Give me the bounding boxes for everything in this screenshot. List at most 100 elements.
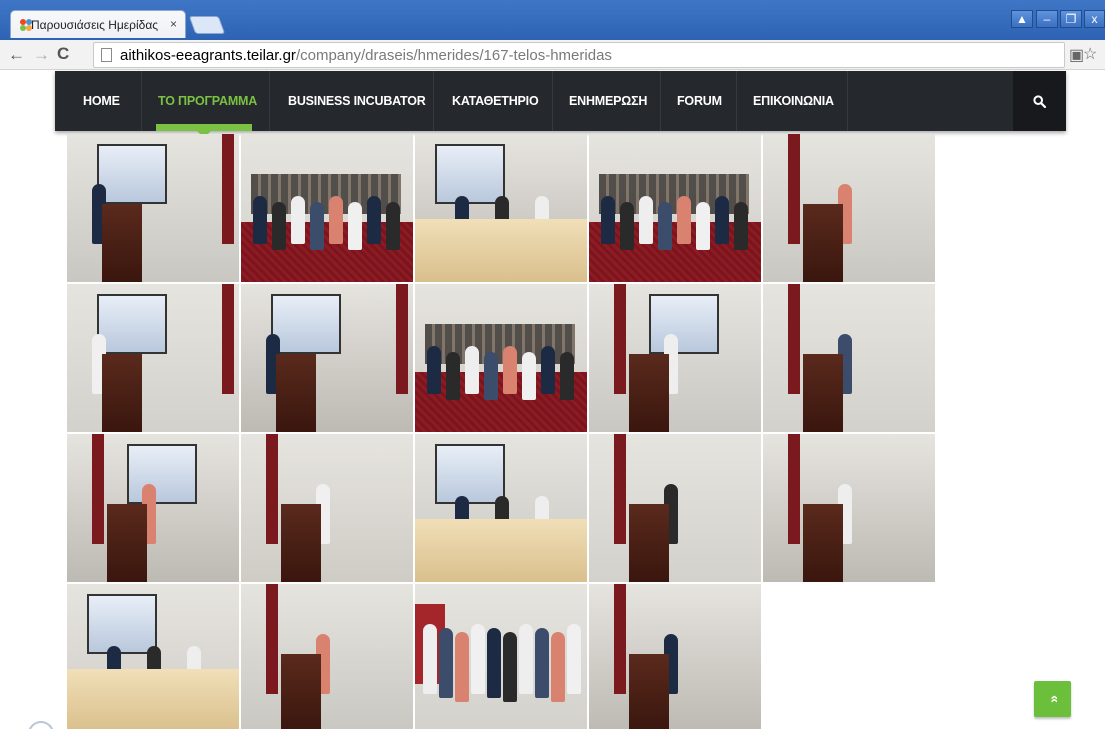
gallery-photo[interactable]	[415, 134, 587, 282]
photo-podium	[803, 354, 843, 432]
gallery-photo[interactable]	[589, 434, 761, 582]
photo-podium	[629, 504, 669, 582]
nav-item-program[interactable]: ΤΟ ΠΡΟΓΡΑΜΜΑ	[158, 71, 257, 131]
nav-item-epikoinonia[interactable]: ΕΠΙΚΟΙΝΩΝΙΑ	[753, 71, 834, 131]
forward-arrow-icon[interactable]: →	[33, 45, 50, 65]
photo-projection-screen	[127, 444, 197, 504]
photo-person	[348, 202, 362, 250]
photo-person	[519, 624, 533, 694]
profile-icon[interactable]: ▲	[1011, 10, 1033, 28]
photo-podium	[276, 354, 316, 432]
gallery-photo[interactable]	[241, 434, 413, 582]
photo-person	[639, 196, 653, 244]
photo-person	[471, 624, 485, 694]
url-host: aithikos-eeagrants.teilar.gr	[120, 46, 296, 64]
gallery-photo[interactable]	[763, 134, 935, 282]
photo-person	[272, 202, 286, 250]
photo-person	[455, 632, 469, 702]
photo-curtain	[222, 134, 234, 244]
gallery-photo[interactable]	[241, 134, 413, 282]
nav-item-forum[interactable]: FORUM	[677, 71, 722, 131]
photo-curtain	[222, 284, 234, 394]
nav-divider	[433, 71, 434, 131]
photo-podium	[803, 504, 843, 582]
back-to-top-button[interactable]: »	[1034, 681, 1071, 717]
nav-divider	[269, 71, 270, 131]
photo-person	[329, 196, 343, 244]
photo-person	[677, 196, 691, 244]
close-window-icon[interactable]: x	[1084, 10, 1105, 28]
back-arrow-icon[interactable]: ←	[8, 45, 25, 65]
active-indicator	[156, 124, 252, 131]
nav-divider	[660, 71, 661, 131]
gallery-photo[interactable]	[415, 434, 587, 582]
gallery-photo[interactable]	[67, 584, 239, 729]
browser-titlebar: Παρουσιάσεις Ημερίδας × ▲ – ❐ x	[0, 0, 1105, 40]
photo-curtain	[266, 584, 278, 694]
photo-person	[567, 624, 581, 694]
tab-title: Παρουσιάσεις Ημερίδας	[31, 17, 159, 32]
nav-divider	[736, 71, 737, 131]
photo-person	[503, 632, 517, 702]
photo-person	[487, 628, 501, 698]
gallery-photo[interactable]	[241, 584, 413, 729]
photo-projection-screen	[435, 444, 505, 504]
minimize-icon[interactable]: –	[1036, 10, 1058, 28]
gallery-photo[interactable]	[241, 284, 413, 432]
photo-podium	[102, 354, 142, 432]
reload-icon[interactable]: C	[57, 44, 69, 64]
gallery-photo[interactable]	[67, 434, 239, 582]
photo-person	[551, 632, 565, 702]
browser-tab[interactable]: Παρουσιάσεις Ημερίδας ×	[10, 10, 186, 38]
double-chevron-up-icon: »	[1044, 695, 1061, 703]
new-tab-button[interactable]	[188, 16, 226, 34]
photo-table	[415, 219, 587, 282]
nav-divider	[141, 71, 142, 131]
photo-podium	[102, 204, 142, 282]
bookmark-star-icon[interactable]: ☆	[1083, 44, 1097, 64]
address-bar[interactable]: aithikos-eeagrants.teilar.gr/company/dra…	[93, 42, 1065, 68]
tab-close-icon[interactable]: ×	[170, 17, 177, 31]
photo-projection-screen	[649, 294, 719, 354]
gallery-photo[interactable]	[763, 284, 935, 432]
photo-podium	[107, 504, 147, 582]
nav-item-enimerosi[interactable]: ΕΝΗΜΕΡΩΣΗ	[569, 71, 647, 131]
photo-curtain	[266, 434, 278, 544]
page-icon	[101, 48, 112, 62]
photo-projection-screen	[97, 294, 167, 354]
photo-podium	[629, 654, 669, 729]
gallery-photo[interactable]	[67, 134, 239, 282]
nav-item-katathetirio[interactable]: ΚΑΤΑΘΕΤΗΡΙΟ	[452, 71, 539, 131]
gallery-photo[interactable]	[415, 584, 587, 729]
nav-item-home[interactable]: HOME	[83, 71, 120, 131]
photo-person	[696, 202, 710, 250]
nav-item-business-incubator[interactable]: BUSINESS INCUBATOR	[288, 71, 426, 131]
photo-podium	[803, 204, 843, 282]
photo-person	[423, 624, 437, 694]
photo-curtain	[788, 134, 800, 244]
photo-curtain	[788, 284, 800, 394]
gallery-photo[interactable]	[67, 284, 239, 432]
photo-person	[601, 196, 615, 244]
translate-icon[interactable]: ▣	[1069, 45, 1084, 65]
photo-person	[522, 352, 536, 400]
photo-podium	[281, 654, 321, 729]
photo-projection-screen	[97, 144, 167, 204]
photo-podium	[281, 504, 321, 582]
gallery-photo[interactable]	[415, 284, 587, 432]
photo-person	[535, 628, 549, 698]
search-icon	[1033, 94, 1046, 108]
gallery-photo[interactable]	[589, 134, 761, 282]
gallery-photo[interactable]	[589, 284, 761, 432]
gallery-photo[interactable]	[589, 584, 761, 729]
photo-person	[367, 196, 381, 244]
browser-toolbar: ← → C aithikos-eeagrants.teilar.gr/compa…	[0, 40, 1105, 70]
search-button[interactable]	[1013, 71, 1066, 131]
photo-person	[310, 202, 324, 250]
photo-person	[446, 352, 460, 400]
maximize-icon[interactable]: ❐	[1060, 10, 1082, 28]
photo-person	[386, 202, 400, 250]
photo-person	[503, 346, 517, 394]
joomla-favicon-icon	[20, 19, 32, 31]
gallery-photo[interactable]	[763, 434, 935, 582]
